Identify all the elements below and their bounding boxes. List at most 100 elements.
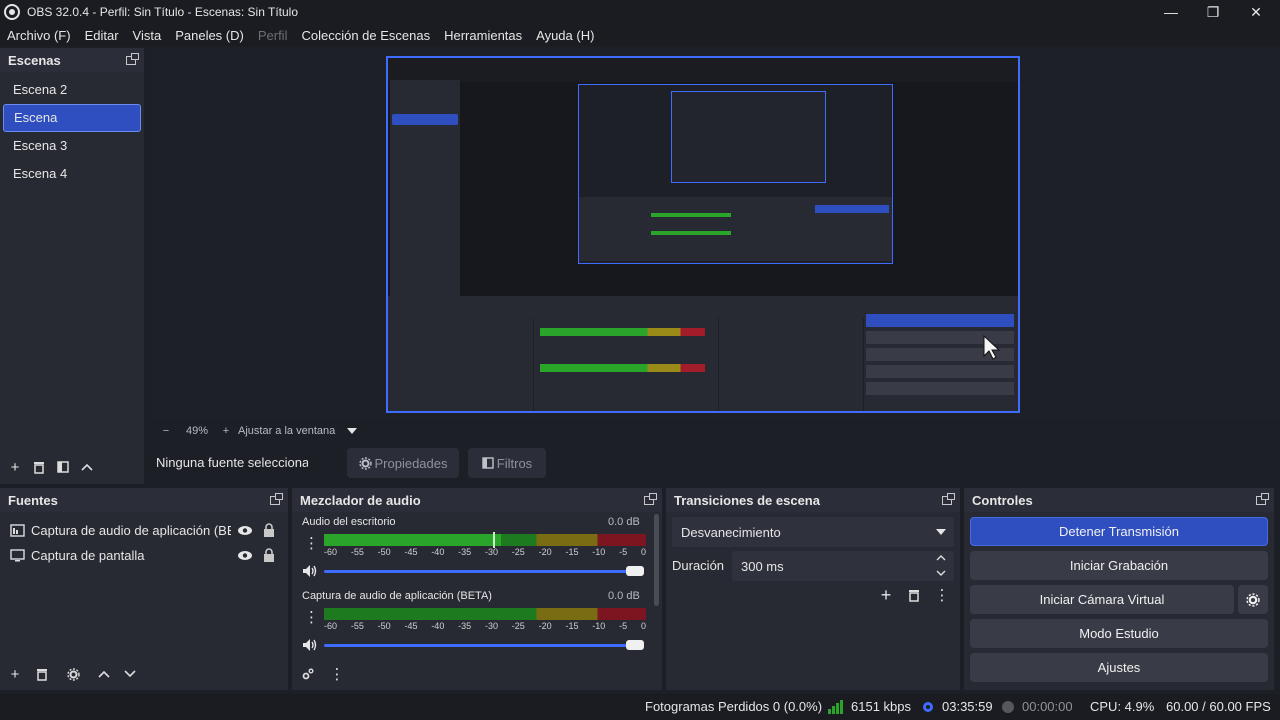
mixer-toolbar: ⋮ — [295, 663, 349, 685]
preview-canvas[interactable] — [386, 56, 1020, 413]
menu-herramientas[interactable]: Herramientas — [437, 28, 529, 43]
lock-icon[interactable] — [263, 548, 275, 562]
transition-menu-icon[interactable]: ⋮ — [930, 584, 954, 606]
menu-vista[interactable]: Vista — [126, 28, 169, 43]
source-settings-gear-icon[interactable] — [61, 663, 85, 685]
menu-perfil[interactable]: Perfil — [251, 28, 295, 43]
source-item[interactable]: Captura de audio de aplicación (BETA) — [10, 519, 282, 541]
obs-logo-icon — [4, 4, 20, 20]
volume-meter — [324, 534, 646, 546]
properties-button[interactable]: Propiedades — [347, 448, 459, 478]
undock-icon[interactable] — [270, 492, 283, 505]
channel-db: 0.0 dB — [608, 516, 640, 528]
meter-tick-label: -25 — [511, 621, 525, 631]
move-up-icon[interactable] — [92, 663, 116, 685]
scene-item[interactable]: Escena 3 — [3, 132, 141, 160]
mixer-channel: Audio del escritorio 0.0 dB ⋮ -60 -55 -50-… — [292, 514, 652, 586]
window-title: OBS 32.0.4 - Perfil: Sin Título - Escena… — [27, 5, 299, 19]
undock-icon[interactable] — [126, 52, 139, 65]
mixer-menu-icon[interactable]: ⋮ — [325, 663, 349, 685]
signal-bars-icon — [828, 700, 843, 714]
volume-slider[interactable] — [324, 644, 644, 647]
menu-ayuda[interactable]: Ayuda (H) — [529, 28, 601, 43]
menu-archivo[interactable]: Archivo (F) — [0, 28, 78, 43]
source-name: Captura de audio de aplicación (BETA) — [31, 522, 231, 538]
scene-item-selected[interactable]: Escena — [3, 104, 141, 132]
add-transition-icon[interactable]: + — [874, 584, 898, 606]
spin-up-icon[interactable] — [936, 555, 946, 561]
advanced-audio-gear-icon[interactable] — [295, 663, 319, 685]
meter-level — [324, 534, 502, 546]
stop-streaming-button[interactable]: Detener Transmisión — [970, 517, 1268, 546]
move-up-icon[interactable] — [75, 456, 99, 478]
scene-filters-icon[interactable] — [51, 456, 75, 478]
channel-menu-icon[interactable]: ⋮ — [304, 608, 319, 626]
spin-down-icon[interactable] — [936, 570, 946, 576]
studio-mode-button[interactable]: Modo Estudio — [970, 619, 1268, 648]
scenes-header: Escenas — [0, 48, 144, 72]
menu-editar[interactable]: Editar — [78, 28, 126, 43]
remove-transition-icon[interactable] — [902, 584, 926, 606]
close-button[interactable]: ✕ — [1235, 0, 1277, 24]
app-audio-icon — [10, 523, 25, 537]
volume-slider[interactable] — [324, 570, 644, 573]
undock-icon[interactable] — [644, 492, 657, 505]
undock-icon[interactable] — [942, 492, 955, 505]
meter-tick-label: -60 — [324, 547, 338, 557]
settings-button[interactable]: Ajustes — [970, 653, 1268, 682]
zoom-in-button[interactable]: + — [216, 425, 236, 437]
mini-preview — [578, 84, 893, 264]
start-recording-button[interactable]: Iniciar Grabación — [970, 551, 1268, 580]
source-toolbar: Ninguna fuente seleccionada Propiedades … — [144, 446, 1280, 480]
mixer-channel: Captura de audio de aplicación (BETA) 0.… — [292, 588, 652, 660]
filters-button[interactable]: Filtros — [468, 448, 546, 478]
remove-source-icon[interactable] — [30, 663, 54, 685]
mixer-scrollbar[interactable] — [654, 514, 659, 606]
sources-title: Fuentes — [8, 492, 58, 508]
meter-tick-label: -5 — [619, 621, 628, 631]
transition-select[interactable]: Desvanecimiento — [672, 517, 954, 547]
maximize-button[interactable]: ❐ — [1192, 0, 1234, 24]
transitions-header: Transiciones de escena — [666, 488, 960, 512]
visibility-eye-icon[interactable] — [237, 550, 253, 561]
channel-db: 0.0 dB — [608, 590, 640, 602]
speaker-icon[interactable] — [302, 564, 318, 578]
add-scene-icon[interactable]: + — [3, 456, 27, 478]
zoom-out-button[interactable]: − — [156, 425, 176, 437]
sources-toolbar: + — [3, 663, 142, 685]
speaker-icon[interactable] — [302, 638, 318, 652]
zoom-level: 49% — [185, 425, 209, 437]
cpu-usage: CPU: 4.9% — [1090, 699, 1155, 714]
move-down-icon[interactable] — [118, 663, 142, 685]
start-virtual-camera-button[interactable]: Iniciar Cámara Virtual — [970, 585, 1234, 614]
minimize-button[interactable]: — — [1150, 0, 1192, 24]
duration-spinbox[interactable]: 300 ms — [732, 551, 954, 581]
scene-item[interactable]: Escena 4 — [3, 160, 141, 188]
virtual-camera-settings-button[interactable] — [1238, 585, 1268, 614]
add-source-icon[interactable]: + — [3, 663, 27, 685]
transition-selected: Desvanecimiento — [681, 524, 781, 540]
zoom-dropdown-icon[interactable] — [347, 427, 358, 435]
lock-icon[interactable] — [263, 523, 275, 537]
meter-tick-label: -25 — [511, 547, 525, 557]
meter-tick-label: -45 — [404, 547, 418, 557]
controls-panel: Controles Detener Transmisión Iniciar Gr… — [964, 488, 1274, 690]
scenes-title: Escenas — [8, 52, 61, 68]
undock-icon[interactable] — [1256, 492, 1269, 505]
menu-coleccion-escenas[interactable]: Colección de Escenas — [294, 28, 437, 43]
meter-tick-label: -5 — [619, 547, 628, 557]
visibility-eye-icon[interactable] — [237, 525, 253, 536]
record-icon — [1002, 701, 1014, 713]
dropped-frames: Fotogramas Perdidos 0 (0.0%) — [645, 699, 823, 714]
source-item[interactable]: Captura de pantalla — [10, 544, 282, 566]
volume-slider-handle[interactable] — [626, 640, 644, 650]
fit-window-button[interactable]: Ajustar a la ventana — [238, 425, 335, 437]
scene-item[interactable]: Escena 2 — [3, 76, 141, 104]
filters-label: Filtros — [496, 455, 533, 471]
meter-tick-label: -30 — [484, 621, 498, 631]
meter-tick-label: -10 — [592, 621, 606, 631]
menu-paneles[interactable]: Paneles (D) — [168, 28, 251, 43]
remove-scene-icon[interactable] — [27, 456, 51, 478]
volume-slider-handle[interactable] — [626, 566, 644, 576]
channel-menu-icon[interactable]: ⋮ — [304, 534, 319, 552]
